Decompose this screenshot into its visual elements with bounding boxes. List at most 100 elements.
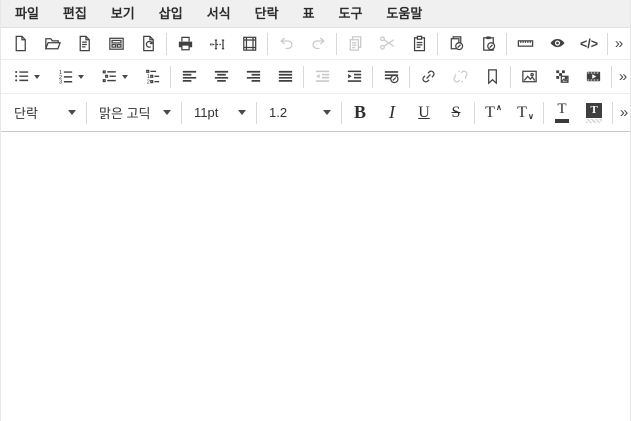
separator	[611, 66, 612, 88]
new-document-button[interactable]	[4, 30, 36, 58]
template-button[interactable]	[100, 30, 132, 58]
toolbar2-overflow-button[interactable]: »	[614, 63, 631, 91]
toolbar1-overflow-button[interactable]: »	[610, 30, 628, 58]
separator	[543, 102, 544, 124]
menu-help[interactable]: 도움말	[374, 0, 434, 27]
clipboard-edit-icon	[479, 34, 498, 53]
ruler-button[interactable]	[509, 30, 541, 58]
open-file-button[interactable]	[36, 30, 68, 58]
separator	[303, 66, 304, 88]
separator	[267, 33, 268, 55]
menu-format[interactable]: 서식	[195, 0, 243, 27]
restore-draft-button[interactable]	[132, 30, 164, 58]
unlink-icon	[451, 67, 470, 86]
separator	[166, 33, 167, 55]
menu-edit[interactable]: 편집	[51, 0, 99, 27]
bullet-list-button[interactable]	[4, 63, 48, 91]
redo-button[interactable]	[302, 30, 334, 58]
menu-table[interactable]: 표	[291, 0, 327, 27]
template-icon	[107, 34, 126, 53]
document-text-button[interactable]	[68, 30, 100, 58]
menu-insert[interactable]: 삽입	[147, 0, 195, 27]
chevron-down-icon	[163, 110, 171, 115]
menu-tools[interactable]: 도구	[327, 0, 375, 27]
dropdown-caret-icon	[78, 75, 84, 79]
indent-button[interactable]	[338, 63, 370, 91]
dropdown-caret-icon	[34, 75, 40, 79]
media-icon	[584, 67, 603, 86]
menu-paragraph[interactable]: 단락	[243, 0, 291, 27]
subscript-button[interactable]: T∨	[509, 99, 541, 127]
svg-text:3: 3	[59, 80, 63, 86]
italic-button[interactable]: I	[376, 99, 408, 127]
bold-button[interactable]: B	[344, 99, 376, 127]
align-right-button[interactable]	[237, 63, 269, 91]
toolbar3-overflow-button[interactable]: »	[615, 99, 631, 127]
editor-content-area[interactable]	[1, 132, 630, 421]
numbered-list-icon: 1 2 3	[56, 67, 75, 86]
page-margins-button[interactable]	[233, 30, 265, 58]
paste-button[interactable]	[403, 30, 435, 58]
multilevel-list-button[interactable]	[92, 63, 136, 91]
print-button[interactable]	[169, 30, 201, 58]
background-color-button[interactable]: T	[578, 99, 610, 127]
paragraph-properties-button[interactable]	[375, 63, 407, 91]
image-editor-icon	[552, 67, 571, 86]
clipboard-edit-button[interactable]	[472, 30, 504, 58]
copy-button[interactable]	[339, 30, 371, 58]
image-button[interactable]	[513, 63, 545, 91]
multilevel-list-icon	[100, 67, 119, 86]
outdent-icon	[313, 67, 332, 86]
preview-button[interactable]	[541, 30, 573, 58]
menu-file[interactable]: 파일	[3, 0, 51, 27]
outdent-button[interactable]	[306, 63, 338, 91]
line-height-dropdown[interactable]: 1.2	[259, 99, 339, 127]
text-color-icon: T	[555, 102, 569, 123]
bookmark-icon	[483, 67, 502, 86]
superscript-button[interactable]: T∧	[477, 99, 509, 127]
separator	[409, 66, 410, 88]
align-center-button[interactable]	[205, 63, 237, 91]
menu-view[interactable]: 보기	[99, 0, 147, 27]
copy-icon	[346, 34, 365, 53]
source-code-icon: </>	[580, 37, 598, 51]
separator	[612, 102, 613, 124]
media-button[interactable]	[577, 63, 609, 91]
new-document-icon	[11, 34, 30, 53]
separator	[256, 102, 257, 124]
font-family-dropdown[interactable]: 맑은 고딕	[89, 99, 179, 127]
source-code-button[interactable]: </>	[573, 30, 605, 58]
cut-button[interactable]	[371, 30, 403, 58]
paste-icon	[410, 34, 429, 53]
chevron-down-icon	[323, 110, 331, 115]
text-color-button[interactable]: T	[546, 99, 578, 127]
align-right-icon	[244, 67, 263, 86]
link-button[interactable]	[412, 63, 444, 91]
paragraph-style-dropdown[interactable]: 단락	[4, 99, 84, 127]
separator	[372, 66, 373, 88]
undo-button[interactable]	[270, 30, 302, 58]
strikethrough-button[interactable]: S	[440, 99, 472, 127]
justify-button[interactable]	[269, 63, 301, 91]
separator	[336, 33, 337, 55]
separator	[86, 102, 87, 124]
font-size-value: 11pt	[194, 105, 218, 120]
doc-edit-button[interactable]	[440, 30, 472, 58]
unlink-button[interactable]	[444, 63, 476, 91]
chevron-down-icon	[68, 110, 76, 115]
outline-numbered-list-button[interactable]: 1 2	[136, 63, 168, 91]
background-color-icon: T	[586, 103, 602, 123]
outline-numbered-list-icon: 1 2	[143, 67, 162, 86]
font-size-dropdown[interactable]: 11pt	[184, 99, 254, 127]
align-center-icon	[212, 67, 231, 86]
subscript-icon: T	[517, 104, 527, 122]
numbered-list-button[interactable]: 1 2 3	[48, 63, 92, 91]
menubar: 파일 편집 보기 삽입 서식 단락 표 도구 도움말	[1, 0, 630, 28]
align-left-button[interactable]	[173, 63, 205, 91]
image-editor-button[interactable]	[545, 63, 577, 91]
page-break-button[interactable]	[201, 30, 233, 58]
separator	[341, 102, 342, 124]
document-text-icon	[75, 34, 94, 53]
underline-button[interactable]: U	[408, 99, 440, 127]
bookmark-button[interactable]	[476, 63, 508, 91]
